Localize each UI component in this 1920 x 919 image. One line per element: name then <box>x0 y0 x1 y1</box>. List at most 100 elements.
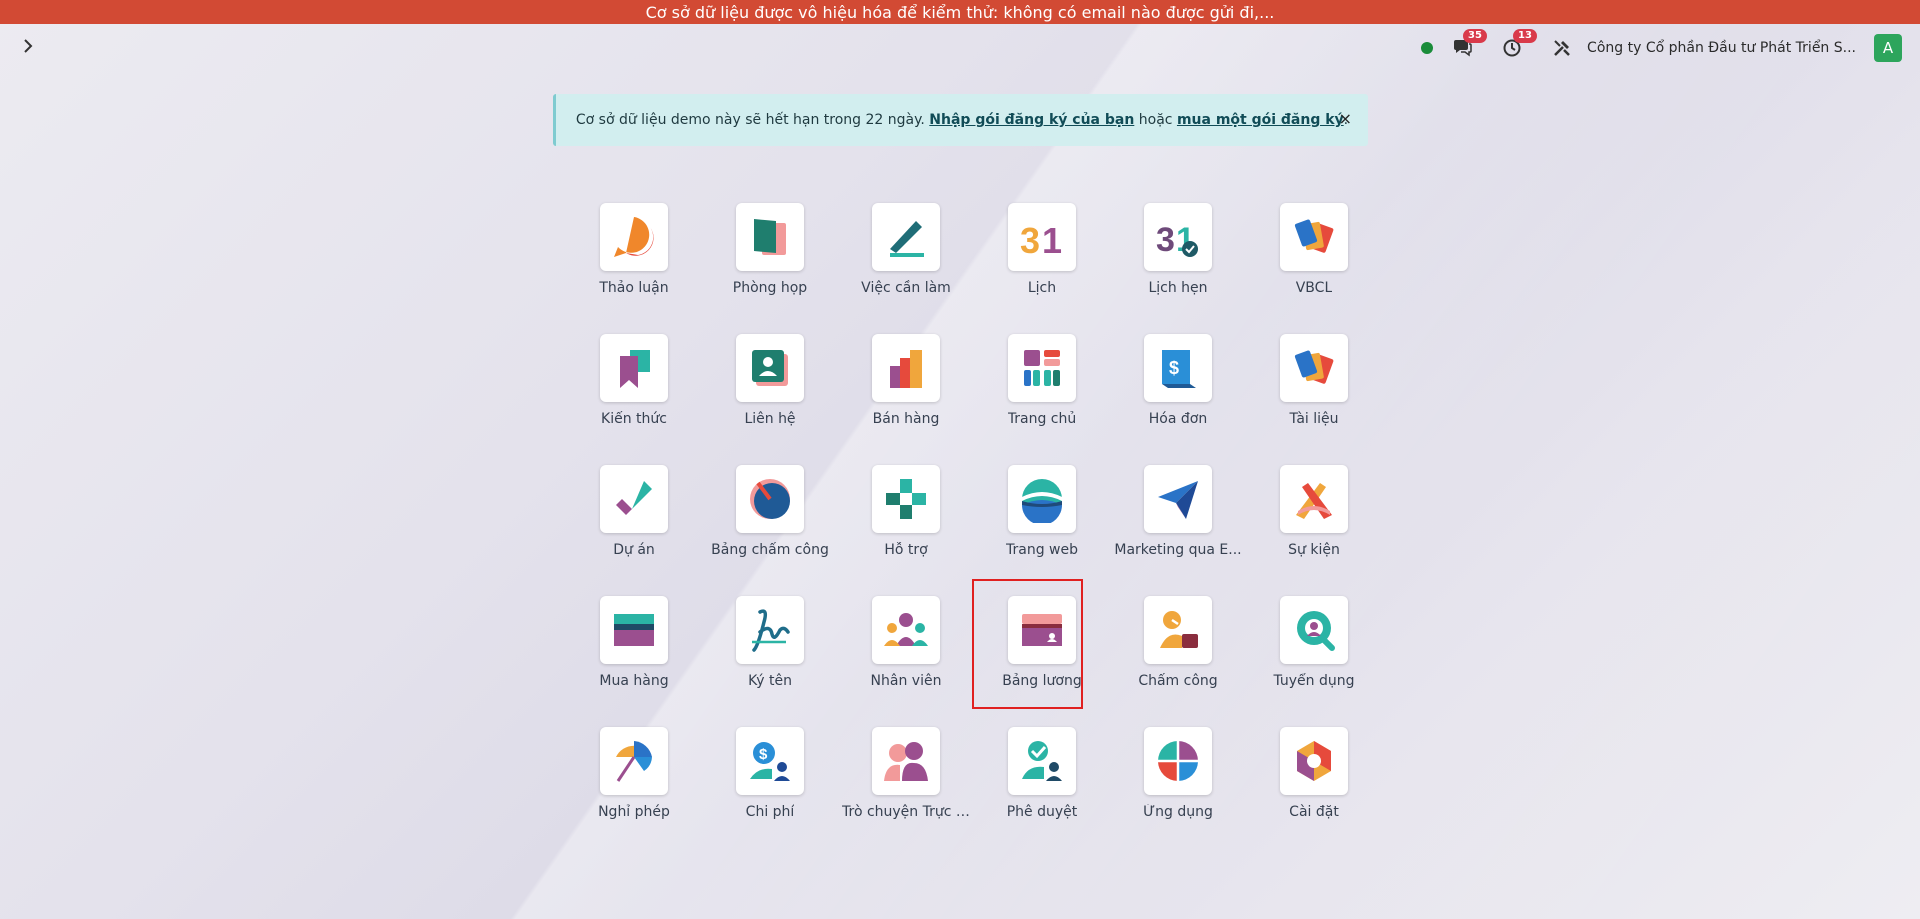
messages-badge: 35 <box>1463 29 1487 43</box>
app-label: Thảo luận <box>599 280 669 296</box>
app-website[interactable]: Trang web <box>974 465 1110 596</box>
demo-expiry-alert: Cơ sở dữ liệu demo này sẽ hết hạn trong … <box>553 94 1368 146</box>
events-icon <box>1280 465 1348 533</box>
app-label: Cài đặt <box>1289 804 1339 820</box>
app-label: Ứng dụng <box>1143 804 1213 820</box>
app-approvals[interactable]: Phê duyệt <box>974 727 1110 858</box>
app-label: Chấm công <box>1138 673 1218 689</box>
app-label: Sự kiện <box>1288 542 1340 558</box>
app-label: Kiến thức <box>601 411 667 427</box>
test-mode-banner: Cơ sở dữ liệu được vô hiệu hóa để kiểm t… <box>0 0 1920 24</box>
app-label: Tuyển dụng <box>1273 673 1355 689</box>
app-employees[interactable]: Nhân viên <box>838 596 974 727</box>
expenses-icon: $ <box>736 727 804 795</box>
app-label: Bán hàng <box>872 411 940 427</box>
buy-subscription-link[interactable]: mua một gói đăng ký <box>1177 112 1344 128</box>
attendance-icon <box>1144 596 1212 664</box>
svg-text:$: $ <box>1169 358 1179 378</box>
menu-toggle-button[interactable] <box>18 34 38 58</box>
app-purchase[interactable]: Mua hàng <box>566 596 702 727</box>
svg-text:3: 3 <box>1156 221 1175 259</box>
app-label: Trang chủ <box>1007 411 1077 427</box>
messages-button[interactable]: 35 <box>1451 29 1487 59</box>
app-label: Dự án <box>613 542 655 558</box>
app-helpdesk[interactable]: Hỗ trợ <box>838 465 974 596</box>
meeting-room-icon <box>736 203 804 271</box>
company-switcher[interactable]: Công ty Cổ phần Đầu tư Phát Triển S... <box>1587 40 1856 56</box>
app-recruitment[interactable]: Tuyển dụng <box>1246 596 1382 727</box>
activities-button[interactable]: 13 <box>1501 29 1537 59</box>
time-off-icon <box>600 727 668 795</box>
appointment-icon: 31 <box>1144 203 1212 271</box>
app-live-chat[interactable]: Trò chuyện Trực ti... <box>838 727 974 858</box>
payroll-icon <box>1008 596 1076 664</box>
settings-icon <box>1280 727 1348 795</box>
app-email-marketing[interactable]: Marketing qua E... <box>1110 465 1246 596</box>
app-label: Liên hệ <box>744 411 796 427</box>
timesheet-icon <box>736 465 804 533</box>
user-avatar[interactable]: A <box>1874 34 1902 62</box>
documents-icon <box>1280 334 1348 402</box>
close-icon[interactable]: × <box>1339 109 1352 128</box>
website-icon <box>1008 465 1076 533</box>
app-project[interactable]: Dự án <box>566 465 702 596</box>
app-vbcl[interactable]: VBCL <box>1246 203 1382 334</box>
app-label: Hóa đơn <box>1148 411 1208 427</box>
tools-icon <box>1554 40 1570 56</box>
app-grid: Thảo luận Phòng họp Việc cần làm 31 Lịch… <box>566 203 1382 858</box>
app-label: VBCL <box>1295 280 1333 296</box>
svg-text:3: 3 <box>1020 220 1040 261</box>
app-label: Tài liệu <box>1289 411 1339 427</box>
app-contacts[interactable]: Liên hệ <box>702 334 838 465</box>
app-invoice[interactable]: $ Hóa đơn <box>1110 334 1246 465</box>
calendar-icon: 31 <box>1008 203 1076 271</box>
email-marketing-icon <box>1144 465 1212 533</box>
app-label: Trò chuyện Trực ti... <box>842 804 970 820</box>
activities-badge: 13 <box>1513 29 1537 43</box>
app-label: Lịch hẹn <box>1148 280 1208 296</box>
vbcl-icon <box>1280 203 1348 271</box>
svg-text:1: 1 <box>1042 220 1062 261</box>
dashboard-icon <box>1008 334 1076 402</box>
test-mode-text: Cơ sở dữ liệu được vô hiệu hóa để kiểm t… <box>645 2 1275 22</box>
app-discuss[interactable]: Thảo luận <box>566 203 702 334</box>
app-events[interactable]: Sự kiện <box>1246 465 1382 596</box>
project-icon <box>600 465 668 533</box>
app-time-off[interactable]: Nghỉ phép <box>566 727 702 858</box>
alert-text-before: Cơ sở dữ liệu demo này sẽ hết hạn trong … <box>575 112 925 128</box>
contacts-icon <box>736 334 804 402</box>
app-apps[interactable]: Ứng dụng <box>1110 727 1246 858</box>
app-label: Bảng lương <box>1002 673 1082 689</box>
app-sign[interactable]: Ký tên <box>702 596 838 727</box>
app-label: Lịch <box>1027 280 1057 296</box>
approvals-icon <box>1008 727 1076 795</box>
app-label: Việc cần làm <box>861 280 951 296</box>
presence-status-dot <box>1421 42 1434 54</box>
app-dashboard[interactable]: Trang chủ <box>974 334 1110 465</box>
app-knowledge[interactable]: Kiến thức <box>566 334 702 465</box>
enter-subscription-link[interactable]: Nhập gói đăng ký của bạn <box>929 112 1134 128</box>
app-meeting-room[interactable]: Phòng họp <box>702 203 838 334</box>
app-documents[interactable]: Tài liệu <box>1246 334 1382 465</box>
app-calendar[interactable]: 31 Lịch <box>974 203 1110 334</box>
app-label: Mua hàng <box>599 673 669 689</box>
app-settings[interactable]: Cài đặt <box>1246 727 1382 858</box>
app-label: Bảng chấm công <box>711 542 829 558</box>
app-expenses[interactable]: $ Chi phí <box>702 727 838 858</box>
debug-tools-button[interactable] <box>1551 37 1573 59</box>
app-label: Nhân viên <box>870 673 942 689</box>
app-attendance[interactable]: Chấm công <box>1110 596 1246 727</box>
app-appointment[interactable]: 31 Lịch hẹn <box>1110 203 1246 334</box>
app-timesheet[interactable]: Bảng chấm công <box>702 465 838 596</box>
app-todo[interactable]: Việc cần làm <box>838 203 974 334</box>
recruitment-icon <box>1280 596 1348 664</box>
discuss-icon <box>600 203 668 271</box>
purchase-icon <box>600 596 668 664</box>
top-navbar: 35 13 Công ty Cổ phần Đầu tư Phát Triển … <box>0 24 1920 70</box>
app-label: Marketing qua E... <box>1114 542 1242 558</box>
app-label: Trang web <box>1006 542 1078 558</box>
app-label: Hỗ trợ <box>884 542 928 558</box>
app-sales[interactable]: Bán hàng <box>838 334 974 465</box>
alert-text-middle: hoặc <box>1138 112 1173 128</box>
app-payroll[interactable]: Bảng lương <box>974 596 1110 727</box>
